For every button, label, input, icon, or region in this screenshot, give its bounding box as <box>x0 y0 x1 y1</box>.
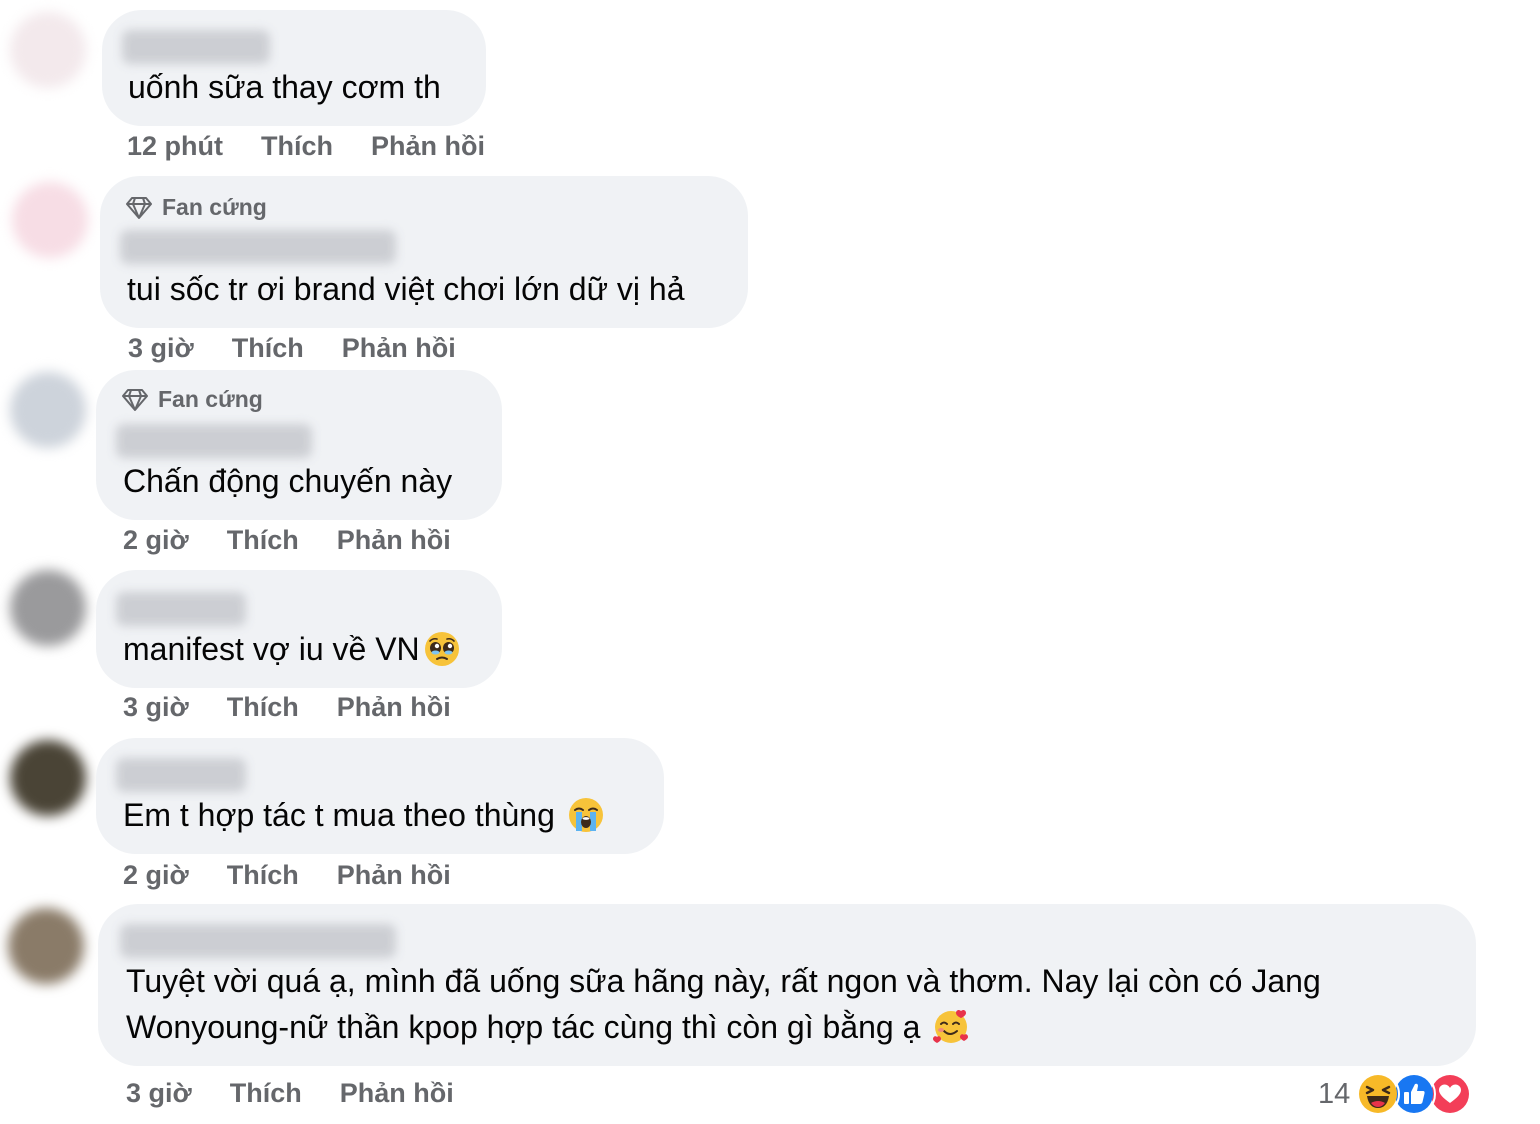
smiling-face-with-hearts-icon <box>933 1009 969 1043</box>
comment-bubble: manifest vợ iu về VN <box>96 570 502 688</box>
comment-text: manifest vợ iu về VN <box>123 626 460 672</box>
author-name-blurred[interactable] <box>120 230 396 264</box>
comment-bubble: Em t hợp tác t mua theo thùng <box>96 738 664 854</box>
fan-badge: Fan cứng <box>126 194 267 221</box>
like-button[interactable]: Thích <box>230 1078 302 1109</box>
comment-text: uốnh sữa thay cơm th <box>128 69 441 105</box>
comment-time[interactable]: 2 giờ <box>123 860 189 891</box>
author-name-blurred[interactable] <box>122 30 270 64</box>
comment-text: Em t hợp tác t mua theo thùng <box>123 792 604 838</box>
like-button[interactable]: Thích <box>227 525 299 556</box>
like-button[interactable]: Thích <box>227 692 299 723</box>
reply-button[interactable]: Phản hồi <box>337 525 451 556</box>
author-name-blurred[interactable] <box>116 592 246 626</box>
avatar[interactable] <box>10 372 86 448</box>
avatar[interactable] <box>10 740 86 816</box>
comment-bubble: Tuyệt vời quá ạ, mình đã uống sữa hãng n… <box>98 904 1476 1066</box>
comment-text: Chấn động chuyến này <box>123 463 453 499</box>
reply-button[interactable]: Phản hồi <box>337 860 451 891</box>
comment-bubble: uốnh sữa thay cơm th <box>102 10 486 126</box>
avatar[interactable] <box>8 908 84 984</box>
comment-time[interactable]: 12 phút <box>127 131 223 162</box>
comment-time[interactable]: 3 giờ <box>128 333 194 364</box>
comment-actions: 2 giờ Thích Phản hồi <box>123 525 451 556</box>
author-name-blurred[interactable] <box>120 924 396 958</box>
reaction-count: 14 <box>1318 1077 1351 1110</box>
comment-text-line-1: Tuyệt vời quá ạ, mình đã uống sữa hãng n… <box>126 963 1321 999</box>
comment-actions: 3 giờ Thích Phản hồi <box>123 692 451 723</box>
comment-time[interactable]: 2 giờ <box>123 525 189 556</box>
badge-label: Fan cứng <box>162 194 267 220</box>
comment-text-content: Em t hợp tác t mua theo thùng <box>123 797 564 833</box>
diamond-icon <box>122 388 148 411</box>
like-button[interactable]: Thích <box>227 860 299 891</box>
comment-text-line-2: Wonyoung-nữ thần kpop hợp tác cùng thì c… <box>126 1004 969 1050</box>
diamond-icon <box>126 196 152 219</box>
haha-reaction-icon <box>1356 1072 1401 1116</box>
badge-label: Fan cứng <box>158 386 263 412</box>
reply-button[interactable]: Phản hồi <box>337 692 451 723</box>
comment-time[interactable]: 3 giờ <box>126 1078 192 1109</box>
comment-bubble: Fan cứng tui sốc tr ơi brand việt chơi l… <box>100 176 748 328</box>
comment-actions: 2 giờ Thích Phản hồi <box>123 860 451 891</box>
pleading-face-icon <box>424 632 459 666</box>
fan-badge: Fan cứng <box>122 386 263 413</box>
comment-text-content: Wonyoung-nữ thần kpop hợp tác cùng thì c… <box>126 1009 930 1045</box>
comment-actions: 12 phút Thích Phản hồi <box>127 131 485 162</box>
crying-face-icon <box>568 798 603 832</box>
comment-actions: 3 giờ Thích Phản hồi <box>128 333 456 364</box>
like-button[interactable]: Thích <box>232 333 304 364</box>
comment-text-content: manifest vợ iu về VN <box>123 631 420 667</box>
like-button[interactable]: Thích <box>261 131 333 162</box>
reaction-summary[interactable]: 14 <box>1318 1072 1473 1116</box>
avatar[interactable] <box>10 12 86 88</box>
comment-bubble: Fan cứng Chấn động chuyến này <box>96 370 502 520</box>
avatar[interactable] <box>10 570 86 646</box>
reply-button[interactable]: Phản hồi <box>342 333 456 364</box>
author-name-blurred[interactable] <box>116 758 246 792</box>
comment-text: tui sốc tr ơi brand việt chơi lớn dữ vị … <box>127 271 685 307</box>
comment-time[interactable]: 3 giờ <box>123 692 189 723</box>
reply-button[interactable]: Phản hồi <box>371 131 485 162</box>
comment-actions: 3 giờ Thích Phản hồi <box>126 1078 454 1109</box>
avatar[interactable] <box>12 182 88 258</box>
author-name-blurred[interactable] <box>116 424 312 458</box>
reply-button[interactable]: Phản hồi <box>340 1078 454 1109</box>
